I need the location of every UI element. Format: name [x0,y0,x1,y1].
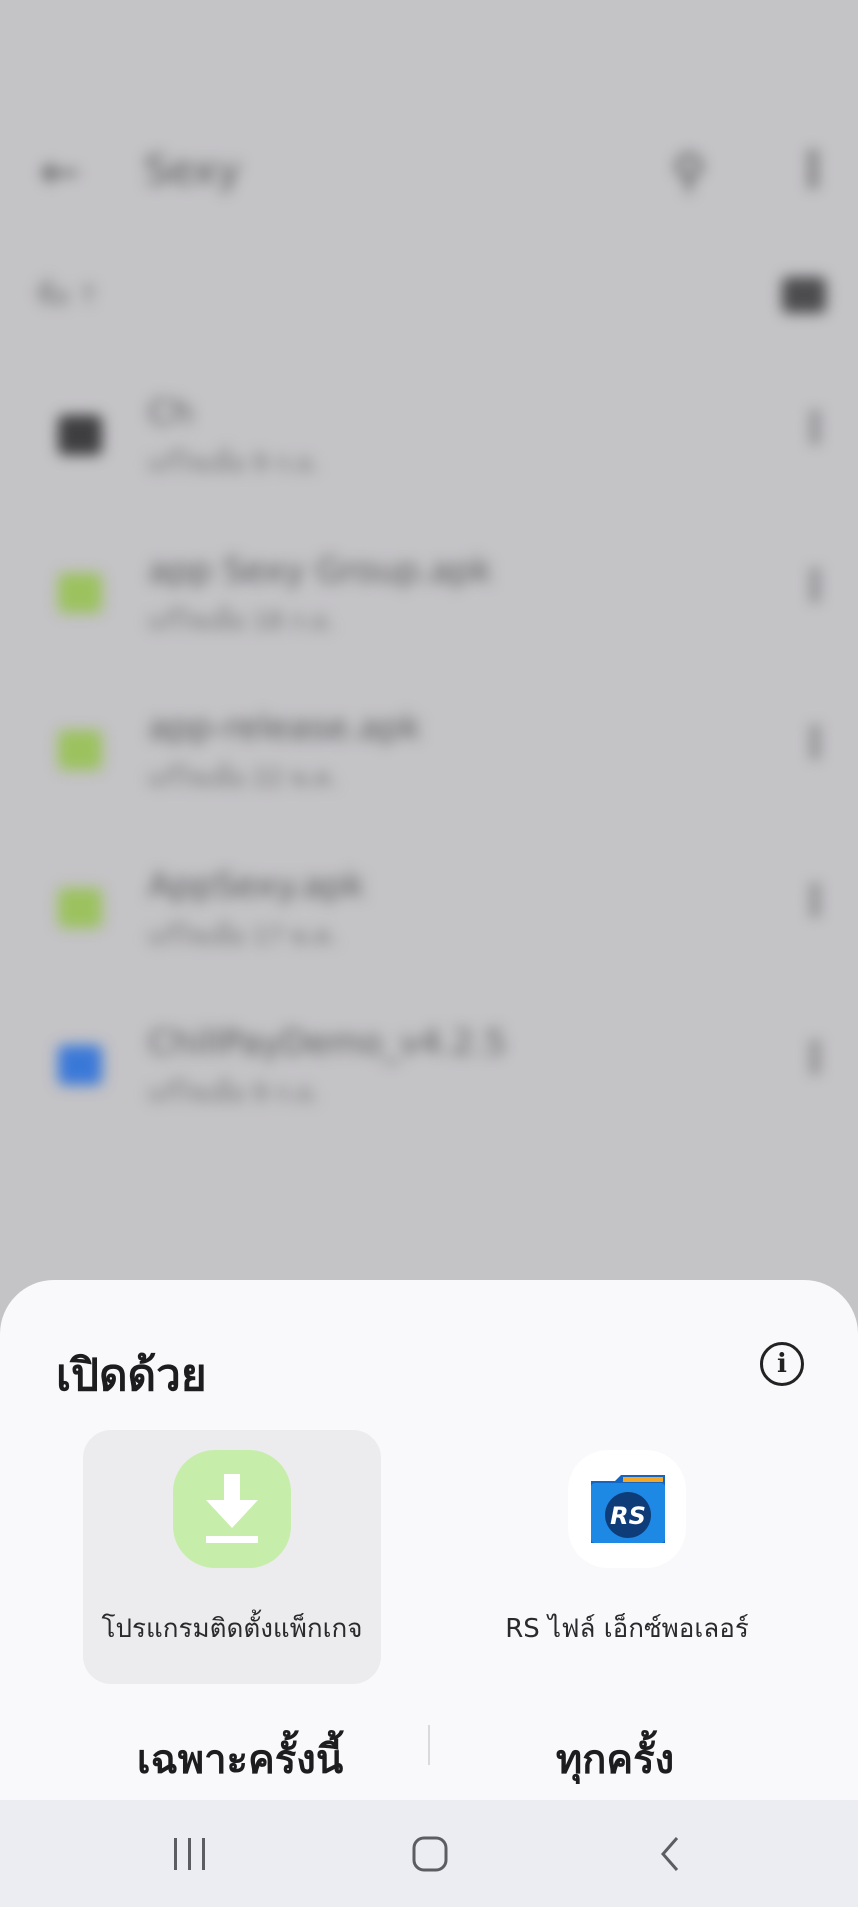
app-bar: ← Sexy ⚲ ⋮ [0,60,858,240]
file-meta: แก้ไขเมื่อ 17 พ.ค. [148,922,338,950]
more-options-icon: ⋮ [790,142,836,196]
app-label: RS ไฟล์ เอ็กซ์พอเลอร์ [505,1614,749,1644]
more-options-icon: ⋮ [795,563,835,609]
search-icon: ⚲ [672,144,706,198]
app-label: โปรแกรมติดตั้งแพ็กเกจ [101,1614,363,1644]
sort-label: ชื่อ ↑ [36,281,100,311]
sort-bar: ชื่อ ↑ [0,265,858,325]
info-icon[interactable]: i [760,1342,804,1386]
button-divider [428,1725,430,1765]
home-icon[interactable] [390,1800,470,1907]
apk-file-icon [58,573,102,613]
more-options-icon: ⋮ [795,878,835,924]
open-with-sheet: เปิดด้วย i โปรแกรมติดตั้งแพ็กเกจ RS RS ไ… [0,1280,858,1800]
rs-file-explorer-icon: RS [568,1450,686,1568]
file-row: Ch แก้ไขเมื่อ 9 ก.ย. ⋮ [0,375,858,505]
file-meta: แก้ไขเมื่อ 18 ก.ย. [148,607,335,635]
package-installer-icon [173,1450,291,1568]
apk-file-icon [58,730,102,770]
file-row: app-release.apk แก้ไขเมื่อ 22 พ.ค. ⋮ [0,690,858,820]
file-row: app Sexy Group.apk แก้ไขเมื่อ 18 ก.ย. ⋮ [0,533,858,663]
back-icon[interactable] [630,1800,710,1907]
app-option-package-installer[interactable]: โปรแกรมติดตั้งแพ็กเกจ [83,1430,381,1684]
file-name: Ch [148,393,194,433]
more-options-icon: ⋮ [795,720,835,766]
sheet-title: เปิดด้วย [56,1350,207,1401]
file-row: ChillPayDemo_v4.2.5 แก้ไขเมื่อ 9 ก.ย. ⋮ [0,1005,858,1135]
file-name: AppSexy.apk [148,866,365,906]
file-name: app-release.apk [148,708,422,748]
file-name: ChillPayDemo_v4.2.5 [148,1023,507,1063]
folder-icon [58,415,102,455]
file-meta: แก้ไขเมื่อ 22 พ.ค. [148,764,338,792]
back-arrow-icon: ← [40,144,81,200]
recent-apps-icon[interactable] [150,1800,230,1907]
more-options-icon: ⋮ [795,405,835,451]
file-name: app Sexy Group.apk [148,551,493,591]
view-toggle-icon [782,277,826,313]
file-row: AppSexy.apk แก้ไขเมื่อ 17 พ.ค. ⋮ [0,848,858,978]
navigation-bar [0,1800,858,1907]
svg-text:RS: RS [610,1502,646,1530]
folder-title: Sexy [144,148,241,194]
app-option-rs-file-explorer[interactable]: RS RS ไฟล์ เอ็กซ์พอเลอร์ [478,1430,776,1684]
apk-file-icon [58,888,102,928]
always-button[interactable]: ทุกครั้ง [500,1730,730,1790]
document-file-icon [58,1045,102,1085]
file-meta: แก้ไขเมื่อ 9 ก.ย. [148,1079,320,1107]
more-options-icon: ⋮ [795,1035,835,1081]
just-once-button[interactable]: เฉพาะครั้งนี้ [110,1730,370,1790]
file-meta: แก้ไขเมื่อ 9 ก.ย. [148,449,320,477]
